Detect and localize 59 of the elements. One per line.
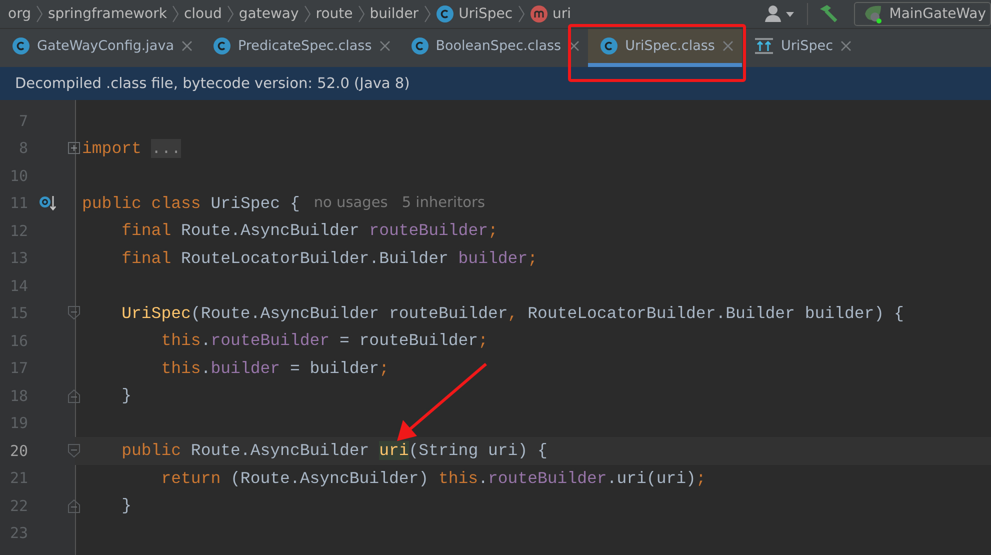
code-line: return (Route.AsyncBuilder) this.routeBuilder.uri(uri); <box>160 468 706 488</box>
code-line: public Route.AsyncBuilder uri(String uri) { <box>120 441 548 460</box>
chevron-icon <box>36 5 43 23</box>
breadcrumb-item[interactable]: org <box>8 6 31 22</box>
tab-label: UriSpec.class <box>625 38 715 54</box>
implemented-icon[interactable] <box>38 194 58 212</box>
breadcrumb-item[interactable]: UriSpec <box>458 6 513 22</box>
editor-tab[interactable]: UriSpec.class <box>588 29 742 67</box>
code-line: UriSpec(Route.AsyncBuilder routeBuilder, RouteLocatorBuilder.Builder builder) { <box>120 304 904 323</box>
fold-icon[interactable] <box>68 444 80 458</box>
chevron-icon <box>424 5 431 23</box>
fold-icon[interactable] <box>68 306 80 320</box>
close-icon[interactable] <box>840 40 852 52</box>
fold-icon[interactable] <box>68 388 80 403</box>
code-line: final Route.AsyncBuilder routeBuilder; <box>120 221 498 240</box>
chevron-icon <box>358 5 365 23</box>
code-line: public class UriSpec { <box>82 194 300 213</box>
tab-label: GateWayConfig.java <box>37 38 174 54</box>
class-icon <box>410 37 429 55</box>
tab-label: PredicateSpec.class <box>238 38 372 54</box>
class-icon <box>600 37 618 55</box>
code-line: } <box>120 496 132 516</box>
editor-tab[interactable]: PredicateSpec.class <box>200 29 399 67</box>
banner-text: Decompiled .class file, bytecode version: 52.0 (Java 8) <box>15 76 410 92</box>
chevron-icon <box>304 5 311 23</box>
line-number: 20 <box>8 442 28 460</box>
fold-icon[interactable] <box>68 498 80 513</box>
close-icon[interactable] <box>378 40 391 52</box>
close-icon[interactable] <box>180 40 193 52</box>
inlay-hint[interactable]: no usages <box>314 195 388 212</box>
close-icon[interactable] <box>722 40 734 52</box>
code-line: this.routeBuilder = routeBuilder; <box>160 331 488 350</box>
code-line: final RouteLocatorBuilder.Builder builder; <box>120 248 538 268</box>
code-line: } <box>120 386 132 406</box>
chevron-icon <box>226 5 234 23</box>
breadcrumb-item[interactable]: springframework <box>48 6 167 22</box>
expand-icon[interactable] <box>68 142 80 154</box>
class-icon <box>12 37 30 55</box>
breadcrumb-item[interactable]: builder <box>370 6 419 22</box>
class-icon <box>212 37 231 55</box>
inlay-hint[interactable]: 5 inheritors <box>402 195 486 212</box>
editor-tab[interactable]: GateWayConfig.java <box>0 29 201 67</box>
breadcrumb-item[interactable]: cloud <box>184 6 222 22</box>
method-icon <box>530 5 548 23</box>
class-icon <box>436 5 454 23</box>
breadcrumb-item[interactable]: gateway <box>238 6 299 22</box>
breadcrumb-item[interactable]: route <box>316 6 353 22</box>
editor-tab[interactable]: UriSpec <box>742 29 860 67</box>
breadcrumb-item[interactable]: uri <box>552 6 572 22</box>
code-line: this.builder = builder; <box>160 358 389 378</box>
close-icon[interactable] <box>568 40 580 52</box>
code-line: import ... <box>82 138 182 158</box>
editor-tab[interactable]: BooleanSpec.class <box>398 29 588 67</box>
tab-label: UriSpec <box>780 38 833 54</box>
tab-label: BooleanSpec.class <box>436 38 562 54</box>
chevron-icon <box>172 5 179 23</box>
run-configuration-dropdown[interactable]: MainGateWay <box>854 2 991 26</box>
structure-icon <box>754 37 774 55</box>
chevron-icon <box>518 5 525 23</box>
